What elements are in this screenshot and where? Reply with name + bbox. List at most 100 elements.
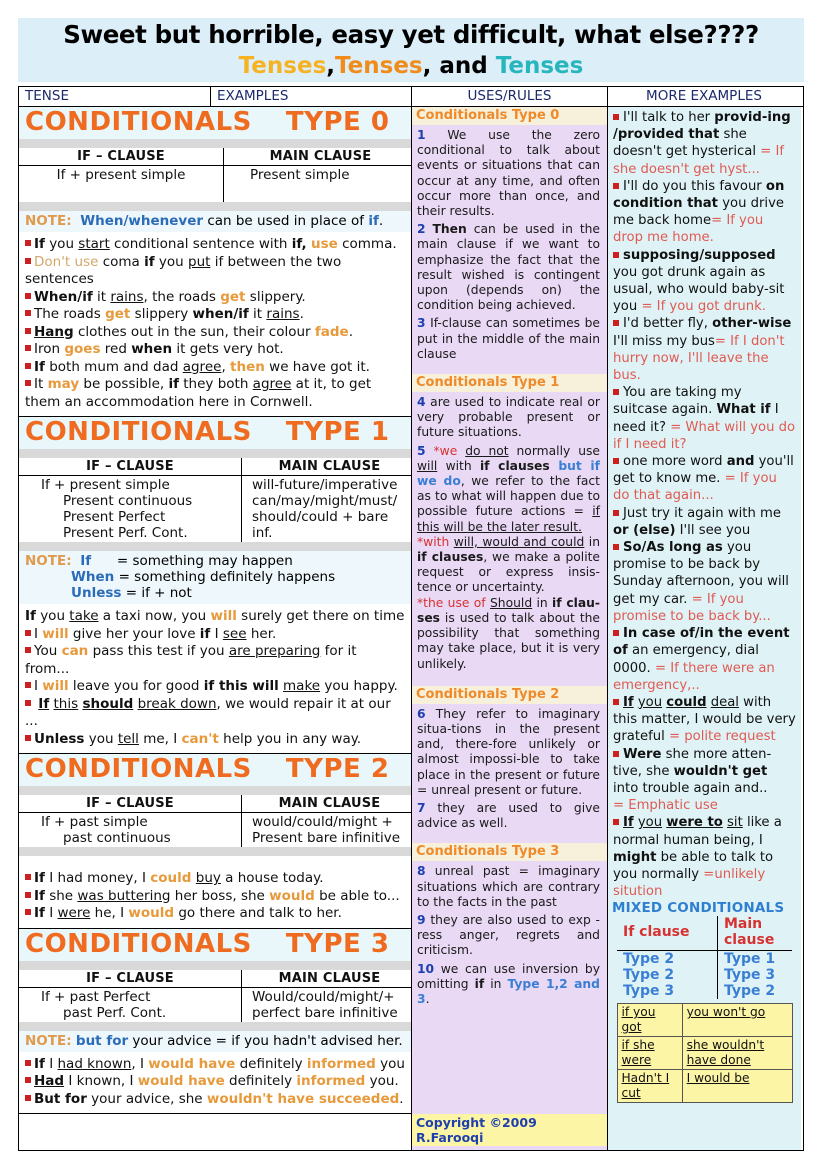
- rule-number: 10: [417, 961, 435, 976]
- td-if-example: if she were: [616, 1036, 683, 1071]
- section-type-2: CONDITIONALS TYPE 2 IF – CLAUSE MAIN CLAU…: [19, 754, 411, 929]
- rule-number: 2: [417, 222, 426, 237]
- list-item: Just try it again with me or (else) I'll…: [613, 505, 781, 538]
- list-item: So/As long as you promise to be back by …: [613, 540, 789, 624]
- if-line-2: Present continuous: [63, 493, 193, 509]
- rule-text: are used to indicate real or very probab…: [417, 395, 600, 440]
- rule-u2: will: [417, 458, 438, 473]
- rule-u1: will, would and could: [453, 534, 585, 549]
- type3-examples: If I had known, I would have definitely …: [19, 1052, 411, 1111]
- list-item: If both mum and dad agree, then we have …: [25, 359, 405, 377]
- tenses-cyan: Tenses: [495, 53, 584, 79]
- rule-number: 5: [417, 443, 426, 458]
- type0-examples: If you start conditional sentence with i…: [19, 232, 411, 413]
- bullet-icon: [613, 509, 619, 516]
- middle-heading-type0: Conditionals Type 0: [412, 107, 607, 125]
- main-line-3: should/could + bare inf.: [252, 509, 389, 541]
- note-keyword-2: if: [368, 213, 379, 229]
- table-row: If + past simple past continuous would/c…: [19, 812, 411, 847]
- rule-8: 8 unreal past = imaginary situations whi…: [412, 861, 607, 910]
- list-item: You can pass this test if you are prepar…: [25, 643, 357, 677]
- section-type-3: CONDITIONALS TYPE 3 IF – CLAUSE MAIN CLAU…: [19, 928, 411, 1114]
- th-main-clause: Main clause: [724, 916, 775, 949]
- bullet-icon: [25, 1059, 31, 1066]
- divider-bar: [19, 1021, 411, 1031]
- type0-note: NOTE: When/whenever can be used in place…: [19, 211, 411, 232]
- middle-column: Conditionals Type 0 1 We use the zero co…: [412, 107, 608, 1150]
- bullet-icon: [25, 292, 31, 299]
- note-text: can be used in place of: [203, 213, 369, 229]
- rule-7: 7 they are used to give advice as well.: [412, 798, 607, 831]
- middle-heading-type3: Conditionals Type 3: [412, 843, 607, 862]
- list-item: I will leave you for good if this will m…: [25, 678, 405, 696]
- rule-bold: if: [474, 976, 485, 991]
- main-text: you won't go: [686, 1005, 766, 1020]
- td-main-type: Type 2: [724, 983, 776, 1000]
- table-row: if she were she wouldn't have done: [616, 1036, 793, 1071]
- rule-t1: in: [532, 595, 553, 610]
- if-text: if she were: [621, 1038, 655, 1068]
- middle-heading-type1: Conditionals Type 1: [412, 374, 607, 393]
- title-banner: Sweet but horrible, easy yet difficult, …: [18, 18, 804, 82]
- th-main-clause: MAIN CLAUSE: [241, 795, 411, 813]
- banner-and: , and: [422, 53, 496, 79]
- header-uses-rules: USES/RULES: [412, 87, 608, 106]
- note-keyword: but for: [75, 1032, 129, 1049]
- td-main-clause: Present simple: [250, 167, 350, 183]
- rule-bold: if clauses: [417, 550, 484, 565]
- rule-text: They refer to imaginary situa-tions in t…: [417, 706, 600, 797]
- note-label: NOTE:: [25, 213, 72, 229]
- list-item: In case of/in the event of an emergency,…: [613, 626, 790, 693]
- rule-6: 6 They refer to imaginary situa-tions in…: [412, 704, 607, 798]
- list-item: Unless you tell me, I can't help you in …: [25, 731, 405, 749]
- worksheet-page: Sweet but horrible, easy yet difficult, …: [0, 0, 821, 1169]
- divider-bar: [19, 847, 411, 856]
- if-line-1: If + past Perfect: [41, 988, 151, 1005]
- if-line-2: past Perf. Cont.: [63, 1004, 167, 1021]
- list-item: But for your advice, she wouldn't have s…: [25, 1091, 405, 1109]
- list-item: I'll talk to her provid-ing /provided th…: [613, 110, 791, 177]
- list-item: Were she more atten-tive, she wouldn't g…: [613, 746, 772, 814]
- rule-number: 3: [417, 316, 426, 331]
- rule-star: *we: [433, 443, 466, 458]
- rule-5b: *with will, would and could in if clause…: [412, 535, 607, 596]
- banner-line-2: Tenses,Tenses, and Tenses: [18, 52, 804, 81]
- list-item: I'd better fly, other-wise I'll miss my …: [613, 316, 792, 384]
- rule-u1: Should: [490, 595, 533, 610]
- bullet-icon: [25, 345, 31, 351]
- section-type-0: CONDITIONALS TYPE 0 IF – CLAUSE MAIN CLAU…: [19, 107, 411, 417]
- bullet-icon: [25, 1077, 31, 1083]
- rule-10: 10 we can use inversion by omitting if i…: [412, 959, 607, 1008]
- bullet-icon: [25, 734, 31, 741]
- note-keyword: When/whenever: [80, 213, 204, 229]
- bullet-icon: [613, 750, 619, 757]
- list-item: one more word and you'll get to know me.…: [613, 454, 794, 504]
- td-if-clause: If + present simple Present continuous P…: [19, 475, 242, 542]
- table-row: Type 2 Type 3: [617, 967, 792, 984]
- list-item: Had I known, I would have definitely inf…: [25, 1073, 405, 1091]
- divider-bar: [19, 960, 411, 970]
- table-row: Hadn't I cut I would be: [616, 1069, 793, 1104]
- divider-bar: [19, 202, 411, 211]
- rule-5c: *the use of Should in if clau-ses is use…: [412, 596, 607, 672]
- type2-title-text: CONDITIONALS: [25, 754, 252, 784]
- table-row: If + present simple Present continuous P…: [19, 475, 411, 542]
- header-examples: EXAMPLES: [211, 87, 412, 106]
- list-item: I'll do you this favour on condition tha…: [613, 178, 785, 246]
- note-period: .: [378, 213, 384, 229]
- banner-line-1: Sweet but horrible, easy yet difficult, …: [63, 20, 759, 49]
- bullet-icon: [613, 630, 619, 637]
- table-header-row: If clause Main clause: [617, 916, 792, 949]
- note-val-unless: = if + not: [125, 585, 192, 601]
- rule-9: 9 they are also used to exp - ress anger…: [412, 910, 607, 959]
- bullet-icon: [25, 874, 31, 880]
- note-val-if: = something may happen: [116, 553, 293, 569]
- rule-t2: is used to talk about the possibility th…: [417, 610, 600, 671]
- rule-t1: normally use: [508, 443, 600, 458]
- if-line-1: If + present simple: [41, 477, 170, 493]
- type3-note: NOTE: but for your advice = if you hadn'…: [19, 1030, 411, 1052]
- if-line-1: If + past simple: [41, 814, 148, 830]
- bullet-icon: [25, 699, 31, 706]
- list-item: If I had money, I could buy a house toda…: [25, 870, 405, 888]
- bullet-icon: [25, 682, 31, 688]
